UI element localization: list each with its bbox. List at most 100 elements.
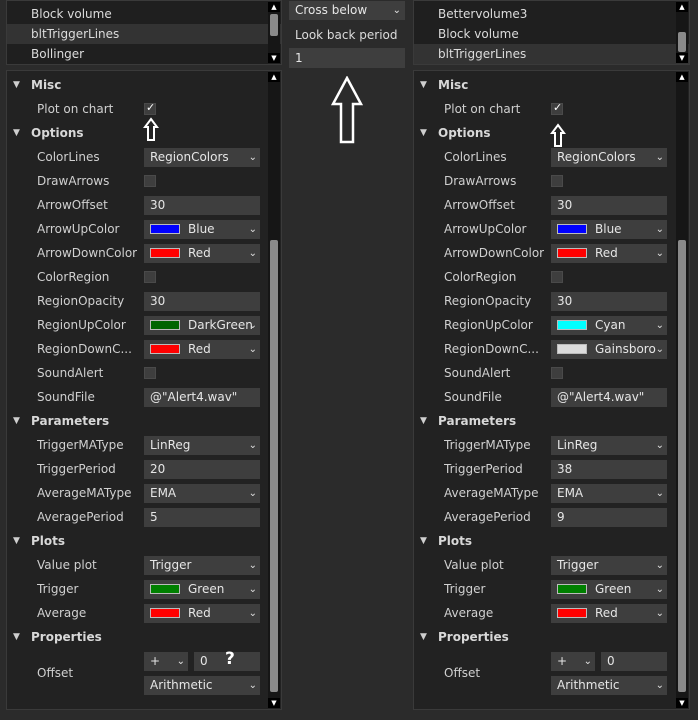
plot-on-chart-checkbox[interactable] — [144, 101, 156, 115]
category-properties[interactable]: ▼ Properties — [414, 625, 689, 649]
scroll-down-icon[interactable]: ▼ — [268, 698, 280, 708]
offset-operator-dropdown[interactable]: + ⌄ — [144, 652, 188, 671]
scroll-up-icon[interactable]: ▲ — [268, 2, 280, 12]
category-misc[interactable]: ▼ Misc — [414, 73, 689, 97]
color-lines-dropdown[interactable]: RegionColors ⌄ — [551, 148, 667, 167]
region-up-color-dropdown[interactable]: DarkGreen ⌄ — [144, 316, 260, 335]
region-down-color-dropdown[interactable]: Gainsboro ⌄ — [551, 340, 667, 359]
collapse-icon[interactable]: ▼ — [13, 529, 20, 553]
average-period-input[interactable]: 9 — [551, 508, 667, 527]
row-average: Average Red ⌄ — [414, 601, 689, 625]
arrow-offset-input[interactable]: 30 — [144, 196, 260, 215]
condition-dropdown[interactable]: Cross below ⌄ — [289, 1, 405, 20]
value-plot-dropdown[interactable]: Trigger ⌄ — [551, 556, 667, 575]
question-mark: ? — [225, 649, 235, 669]
collapse-icon[interactable]: ▼ — [420, 529, 427, 553]
chevron-down-icon: ⌄ — [248, 248, 257, 259]
scroll-up-icon[interactable]: ▲ — [268, 72, 280, 82]
trigger-color-dropdown[interactable]: Green ⌄ — [144, 580, 260, 599]
average-ma-type-dropdown[interactable]: EMA ⌄ — [551, 484, 667, 503]
region-up-color-dropdown[interactable]: Cyan ⌄ — [551, 316, 667, 335]
list-item[interactable]: Bollinger — [7, 44, 281, 64]
list-item[interactable]: bltTriggerLines — [7, 24, 281, 44]
category-parameters[interactable]: ▼ Parameters — [414, 409, 689, 433]
scroll-thumb[interactable] — [270, 14, 278, 36]
draw-arrows-checkbox[interactable] — [551, 175, 563, 187]
category-misc[interactable]: ▼ Misc — [7, 73, 281, 97]
category-properties[interactable]: ▼ Properties — [7, 625, 281, 649]
right-grid-scrollbar[interactable]: ▲ ▼ — [676, 72, 688, 708]
arrow-up-color-dropdown[interactable]: Blue ⌄ — [144, 220, 260, 239]
scroll-up-icon[interactable]: ▲ — [676, 2, 688, 12]
sound-file-input[interactable]: @"Alert4.wav" — [551, 388, 667, 407]
color-lines-dropdown[interactable]: RegionColors ⌄ — [144, 148, 260, 167]
sound-alert-checkbox[interactable] — [551, 367, 563, 379]
left-grid-scrollbar[interactable]: ▲ ▼ — [268, 72, 280, 708]
arrow-down-color-dropdown[interactable]: Red ⌄ — [144, 244, 260, 263]
collapse-icon[interactable]: ▼ — [13, 409, 20, 433]
collapse-icon[interactable]: ▼ — [13, 121, 20, 145]
scroll-thumb[interactable] — [270, 240, 278, 692]
collapse-icon[interactable]: ▼ — [13, 73, 20, 97]
average-ma-type-dropdown[interactable]: EMA ⌄ — [144, 484, 260, 503]
scroll-thumb[interactable] — [678, 240, 686, 692]
offset-mode-dropdown[interactable]: Arithmetic ⌄ — [551, 676, 667, 695]
category-parameters[interactable]: ▼ Parameters — [7, 409, 281, 433]
offset-operator-dropdown[interactable]: + ⌄ — [551, 652, 595, 671]
list-item[interactable]: bltTriggerLines — [414, 44, 689, 64]
collapse-icon[interactable]: ▼ — [420, 121, 427, 145]
arrow-up-color-dropdown[interactable]: Blue ⌄ — [551, 220, 667, 239]
color-region-checkbox[interactable] — [144, 271, 156, 283]
row-trigger-ma-type: TriggerMAType LinReg ⌄ — [414, 433, 689, 457]
draw-arrows-checkbox[interactable] — [144, 175, 156, 187]
sound-alert-checkbox[interactable] — [144, 367, 156, 379]
list-item[interactable]: Block volume — [7, 4, 281, 24]
arrow-offset-input[interactable]: 30 — [551, 196, 667, 215]
value-plot-dropdown[interactable]: Trigger ⌄ — [144, 556, 260, 575]
list-item[interactable]: Block volume — [414, 24, 689, 44]
scroll-down-icon[interactable]: ▼ — [676, 53, 688, 63]
row-offset: Offset + ⌄ 0 Arithmetic ⌄ ? — [7, 649, 281, 699]
scroll-up-icon[interactable]: ▲ — [676, 72, 688, 82]
list-item[interactable]: Bettervolume3 — [414, 4, 689, 24]
category-plots[interactable]: ▼ Plots — [414, 529, 689, 553]
lookback-input[interactable]: 1 — [289, 48, 405, 68]
right-list-scrollbar[interactable]: ▲ ▼ — [676, 2, 688, 63]
region-down-color-dropdown[interactable]: Red ⌄ — [144, 340, 260, 359]
chevron-down-icon: ⌄ — [583, 656, 592, 667]
region-opacity-input[interactable]: 30 — [144, 292, 260, 311]
trigger-period-input[interactable]: 38 — [551, 460, 667, 479]
arrow-down-color-dropdown[interactable]: Red ⌄ — [551, 244, 667, 263]
category-plots[interactable]: ▼ Plots — [7, 529, 281, 553]
collapse-icon[interactable]: ▼ — [420, 625, 427, 649]
color-region-checkbox[interactable] — [551, 271, 563, 283]
trigger-ma-type-dropdown[interactable]: LinReg ⌄ — [144, 436, 260, 455]
trigger-color-dropdown[interactable]: Green ⌄ — [551, 580, 667, 599]
region-opacity-input[interactable]: 30 — [551, 292, 667, 311]
trigger-period-input[interactable]: 20 — [144, 460, 260, 479]
left-list-scrollbar[interactable]: ▲ ▼ — [268, 2, 280, 63]
row-plot-on-chart: Plot on chart — [414, 97, 689, 121]
trigger-ma-type-dropdown[interactable]: LinReg ⌄ — [551, 436, 667, 455]
collapse-icon[interactable]: ▼ — [420, 409, 427, 433]
row-color-region: ColorRegion — [7, 265, 281, 289]
offset-value-input[interactable]: 0 — [601, 652, 667, 671]
scroll-down-icon[interactable]: ▼ — [268, 53, 280, 63]
left-property-grid: ▼Misc Plot on chart ▼Options ColorLines … — [6, 70, 282, 710]
plot-on-chart-checkbox[interactable] — [551, 101, 563, 115]
left-indicator-list[interactable]: Block volume bltTriggerLines Bollinger ▲… — [6, 0, 282, 65]
average-period-input[interactable]: 5 — [144, 508, 260, 527]
collapse-icon[interactable]: ▼ — [420, 73, 427, 97]
row-sound-alert: SoundAlert — [414, 361, 689, 385]
color-swatch — [150, 223, 180, 234]
average-color-dropdown[interactable]: Red ⌄ — [144, 604, 260, 623]
row-average-period: AveragePeriod 9 — [414, 505, 689, 529]
sound-file-input[interactable]: @"Alert4.wav" — [144, 388, 260, 407]
right-indicator-list[interactable]: Bettervolume3 Block volume bltTriggerLin… — [413, 0, 690, 65]
condition-panel: Cross below ⌄ Look back period 1 — [284, 0, 410, 720]
scroll-thumb[interactable] — [678, 32, 686, 52]
scroll-down-icon[interactable]: ▼ — [676, 698, 688, 708]
average-color-dropdown[interactable]: Red ⌄ — [551, 604, 667, 623]
offset-mode-dropdown[interactable]: Arithmetic ⌄ — [144, 676, 260, 695]
collapse-icon[interactable]: ▼ — [13, 625, 20, 649]
